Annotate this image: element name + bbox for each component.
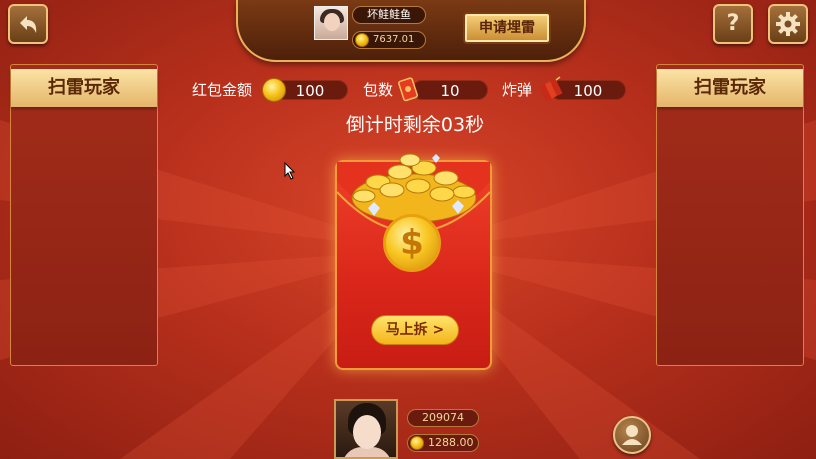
bomb-icon [539, 76, 563, 101]
help-button[interactable]: ? [713, 4, 753, 44]
top-player-avatar[interactable] [314, 6, 348, 40]
back-arrow-icon [20, 16, 37, 33]
left-player-panel: 扫雷玩家 [10, 64, 158, 366]
gear-icon [776, 12, 800, 36]
right-player-panel: 扫雷玩家 [656, 64, 804, 366]
count-label: 包数 [363, 81, 394, 99]
left-panel-title: 扫雷玩家 [11, 69, 157, 107]
open-envelope-button[interactable]: 马上拆 > [371, 315, 459, 345]
user-icon [622, 425, 642, 445]
bottom-player-coins: 1288.00 [407, 434, 479, 452]
bottom-player-coins-value: 1288.00 [428, 436, 474, 449]
amount-label: 红包金额 [192, 81, 253, 99]
top-player-coins-value: 7637.01 [373, 34, 415, 45]
bottom-player-id: 209074 [407, 409, 479, 427]
coin-icon [410, 436, 424, 450]
help-icon: ? [726, 11, 740, 36]
apply-bury-mine-button[interactable]: 申请埋雷 [463, 12, 551, 44]
coin-icon [355, 33, 369, 47]
count-value: 10 [412, 80, 488, 100]
game-table: 坏鲑鲑鱼 7637.01 申请埋雷 ? 扫雷玩家 扫雷玩家 红包金额 100 包… [0, 0, 816, 459]
top-player-coins: 7637.01 [352, 31, 426, 49]
countdown-text: 倒计时剩余03秒 [345, 114, 485, 136]
right-panel-title: 扫雷玩家 [657, 69, 803, 107]
player-list-button[interactable] [613, 416, 651, 454]
top-player-name: 坏鲑鲑鱼 [352, 6, 426, 24]
settings-button[interactable] [768, 4, 808, 44]
mouse-cursor-icon [284, 162, 296, 180]
back-button[interactable] [8, 4, 48, 44]
dollar-coin-icon: $ [383, 214, 441, 272]
coin-icon [262, 78, 286, 102]
bottom-player-avatar[interactable] [334, 399, 398, 459]
bomb-label: 炸弹 [502, 81, 533, 99]
red-envelope-icon [398, 77, 419, 102]
